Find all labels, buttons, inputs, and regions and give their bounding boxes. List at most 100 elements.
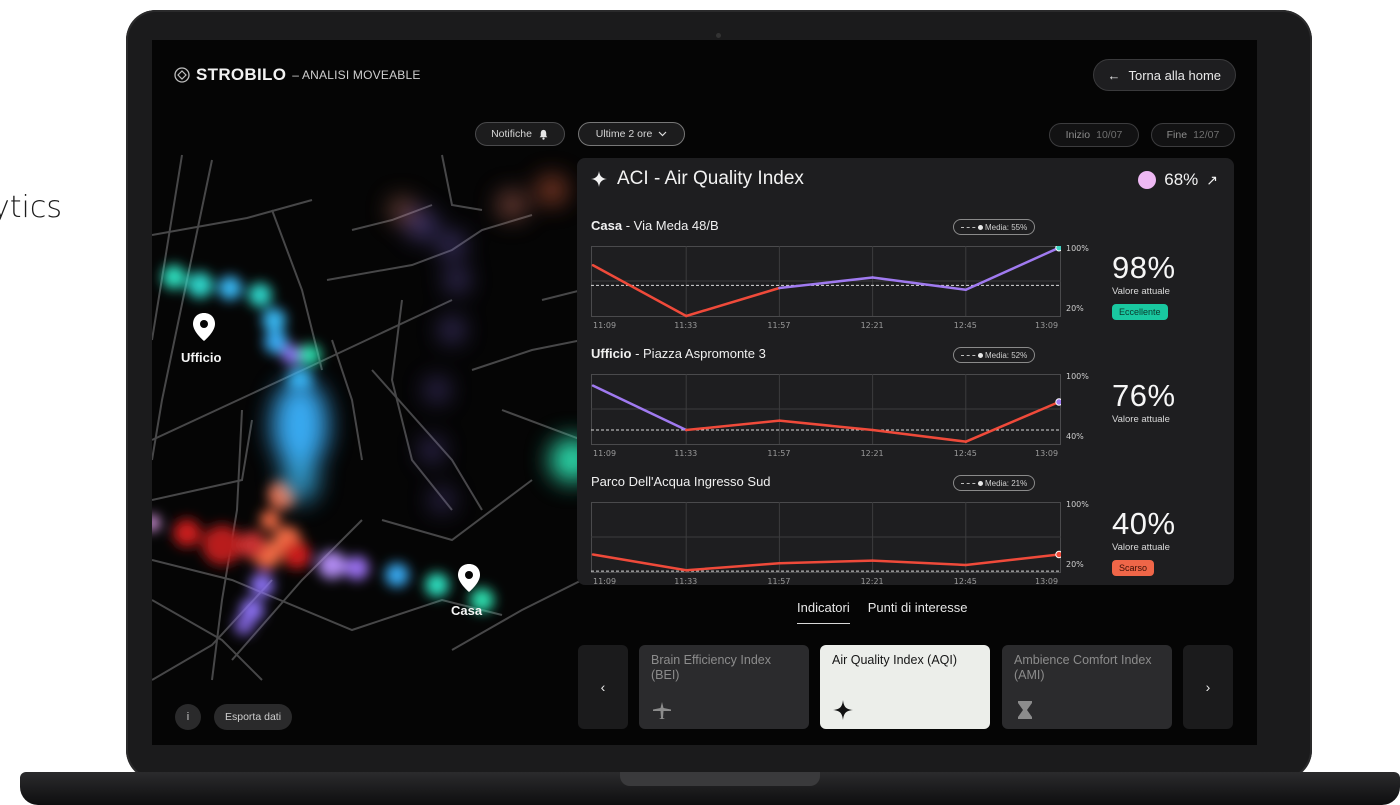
x-tick-label: 11:33 [674, 449, 697, 458]
chart-title: Parco Dell'Acqua Ingresso Sud [591, 474, 771, 489]
mean-legend: Media: 55% [953, 219, 1036, 235]
panel-title: ACI - Air Quality Index [591, 168, 804, 190]
series-line-segment [591, 264, 688, 318]
end-date-field[interactable]: Fine 12/07 [1151, 123, 1235, 147]
y-max-label: 100% [1066, 372, 1089, 381]
series-line-segment [871, 428, 968, 443]
chevron-right-icon: › [1205, 679, 1211, 695]
x-tick-label: 11:09 [593, 577, 616, 586]
x-tick-label: 13:09 [1035, 577, 1058, 586]
sparkle-icon [591, 171, 607, 187]
line-chart: 11:09 11:33 11:57 12:21 12:45 13:09 [591, 246, 1061, 332]
series-line-segment [964, 246, 1061, 291]
card-aqi[interactable]: Air Quality Index (AQI) [820, 645, 990, 729]
camera-icon [716, 33, 721, 38]
x-tick-label: 11:09 [593, 449, 616, 458]
chevron-left-icon: ‹ [600, 679, 606, 695]
x-tick-label: 12:45 [954, 449, 977, 458]
brand[interactable]: STROBILO – ANALISI MOVEABLE [174, 65, 421, 85]
y-max-label: 100% [1066, 500, 1089, 509]
sparkle-icon [833, 700, 853, 720]
latest-point[interactable] [1055, 398, 1061, 406]
time-range-label: Ultime 2 ore [595, 128, 653, 140]
x-tick-label: 11:33 [674, 321, 697, 330]
carousel-prev-button[interactable]: ‹ [578, 645, 628, 729]
aqi-panel: ACI - Air Quality Index 68% ↗ Casa - Via… [577, 158, 1234, 588]
back-home-label: Torna alla home [1128, 67, 1222, 83]
end-date-value: 12/07 [1193, 129, 1220, 141]
current-value: 76% [1112, 378, 1176, 413]
x-tick-label: 12:21 [861, 577, 884, 586]
y-max-label: 100% [1066, 244, 1089, 253]
mean-legend-label: Media: 21% [985, 478, 1028, 488]
chart-title: Casa - Via Meda 48/B [591, 218, 719, 233]
notifications-label: Notifiche [491, 128, 532, 140]
series-line-segment [684, 562, 781, 572]
series-line-segment [778, 559, 874, 565]
notifications-button[interactable]: Notifiche [475, 122, 565, 146]
series-line-segment [871, 559, 968, 567]
y-min-label: 20% [1066, 560, 1084, 569]
card-ami[interactable]: Ambience Comfort Index (AMI) [1002, 645, 1172, 729]
map-pin-icon[interactable] [192, 312, 216, 342]
chart-title-rest: - Via Meda 48/B [622, 218, 719, 233]
back-home-button[interactable]: ← Torna alla home [1092, 59, 1236, 91]
brand-name: STROBILO [196, 65, 287, 84]
series-line-segment [684, 286, 781, 318]
series-line-segment [591, 384, 688, 432]
panel-score: 68% ↗ [1138, 170, 1218, 190]
arrow-left-icon: ← [1107, 67, 1121, 83]
map-pin-icon[interactable] [457, 563, 481, 593]
score-dot [1138, 171, 1157, 189]
current-value-caption: Valore attuale [1112, 414, 1170, 425]
latest-point[interactable] [1055, 246, 1061, 252]
mean-legend: Media: 21% [953, 475, 1036, 491]
x-tick-label: 13:09 [1035, 321, 1058, 330]
export-data-button[interactable]: Esporta dati [214, 704, 293, 730]
panel-title-text: ACI - Air Quality Index [617, 168, 804, 189]
start-date-label: Inizio [1065, 129, 1091, 141]
status-badge: Eccellente [1112, 304, 1168, 320]
current-value-caption: Valore attuale [1112, 542, 1170, 553]
map-label-office: Ufficio [181, 350, 222, 365]
series-line-segment [964, 400, 1061, 443]
current-value-caption: Valore attuale [1112, 286, 1170, 297]
series-line-segment [778, 276, 874, 290]
x-tick-label: 12:21 [861, 321, 884, 330]
mean-line-icon [961, 480, 983, 486]
tabs: Indicatori Punti di interesse [797, 600, 967, 624]
current-value: 98% [1112, 250, 1176, 285]
line-chart-svg: 11:09 11:33 11:57 12:21 12:45 13:09 [591, 246, 1061, 330]
tab-points-of-interest[interactable]: Punti di interesse [868, 600, 968, 624]
x-tick-label: 11:57 [767, 321, 790, 330]
status-badge: Scarso [1112, 560, 1155, 576]
latest-point[interactable] [1055, 550, 1061, 559]
info-button[interactable]: i [175, 704, 201, 730]
chart-title-rest: Parco Dell'Acqua Ingresso Sud [591, 474, 771, 489]
start-date-field[interactable]: Inizio 10/07 [1049, 123, 1139, 147]
line-chart: 11:09 11:33 11:57 12:21 12:45 13:09 [591, 502, 1061, 588]
trend-arrow-icon: ↗ [1206, 171, 1218, 188]
series-line-segment [684, 419, 781, 432]
mean-legend-label: Media: 52% [985, 350, 1028, 360]
x-tick-label: 11:57 [767, 577, 790, 586]
x-tick-label: 13:09 [1035, 449, 1058, 458]
card-bei[interactable]: Brain Efficiency Index (BEI) [639, 645, 809, 729]
line-chart-svg: 11:09 11:33 11:57 12:21 12:45 13:09 [591, 374, 1061, 458]
mean-line-icon [961, 224, 983, 230]
tab-indicators[interactable]: Indicatori [797, 600, 850, 624]
y-min-label: 40% [1066, 432, 1084, 441]
x-tick-label: 12:45 [954, 321, 977, 330]
carousel-next-button[interactable]: › [1183, 645, 1233, 729]
laptop-notch [620, 772, 820, 786]
mean-legend: Media: 52% [953, 347, 1036, 363]
y-min-label: 20% [1066, 304, 1084, 313]
chart-title-bold: Ufficio [591, 346, 632, 361]
heat-cloud [272, 176, 594, 511]
panel-score-value: 68% [1164, 170, 1199, 189]
time-range-select[interactable]: Ultime 2 ore [578, 122, 685, 146]
street-lines [152, 154, 583, 681]
strobilo-logo-icon [174, 67, 190, 83]
bell-icon [539, 129, 548, 140]
plane-icon [653, 702, 671, 719]
